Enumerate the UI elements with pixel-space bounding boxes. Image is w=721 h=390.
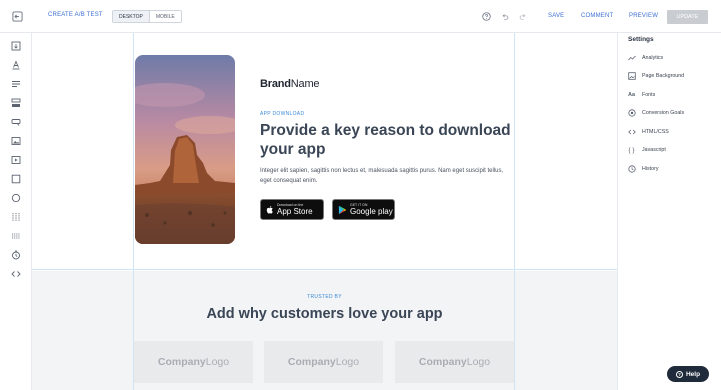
settings-item-fonts[interactable]: Aa Fonts — [627, 89, 655, 101]
row-guide — [32, 269, 617, 270]
settings-item-label: HTML/CSS — [642, 129, 669, 135]
section-icon[interactable] — [9, 173, 23, 185]
code-icon — [627, 128, 636, 137]
column-guide — [514, 271, 515, 390]
history-icon — [627, 165, 636, 174]
element-toolbar — [0, 33, 32, 390]
background-icon — [627, 72, 636, 81]
settings-item-label: Fonts — [642, 92, 656, 98]
company-logo[interactable]: Company Logo — [395, 341, 514, 383]
settings-item-history[interactable]: History — [627, 163, 658, 175]
page-canvas[interactable]: BrandName APP DOWNLOAD Provide a key rea… — [32, 33, 617, 390]
desktop-toggle[interactable]: DESKTOP — [113, 11, 150, 22]
brand-name[interactable]: BrandName — [260, 78, 320, 90]
company-logo-bold: Company — [287, 356, 336, 368]
help-button[interactable]: ? Help — [667, 366, 709, 382]
paragraph-icon[interactable] — [9, 78, 23, 90]
apple-icon — [266, 205, 273, 214]
save-button[interactable]: SAVE — [548, 13, 564, 19]
exit-editor-icon[interactable] — [11, 10, 23, 22]
googleplay-big-text: Google play — [350, 207, 393, 216]
settings-item-page-background[interactable]: Page Background — [627, 70, 684, 82]
company-logo-regular: Logo — [205, 356, 230, 368]
appstore-small-text: Download on the — [277, 203, 304, 207]
company-logo-bold: Company — [418, 356, 467, 368]
preview-button[interactable]: PREVIEW — [629, 13, 658, 19]
trusted-by-label[interactable]: TRUSTED BY — [32, 294, 617, 300]
hero-body-text[interactable]: Integer elit sapien, sagittis non lectus… — [260, 167, 508, 186]
settings-item-label: Javascript — [642, 147, 666, 153]
help-circle-icon[interactable] — [481, 11, 492, 22]
company-logo-regular: Logo — [466, 356, 491, 368]
app-store-button[interactable]: Download on the App Store — [260, 199, 324, 220]
update-button[interactable]: UPDATE — [667, 10, 708, 24]
hero-headline[interactable]: Provide a key reason to download your ap… — [260, 121, 530, 159]
redo-icon[interactable] — [518, 11, 528, 22]
company-logo[interactable]: Company Logo — [134, 341, 253, 383]
trusted-by-section[interactable]: TRUSTED BY Add why customers love your a… — [32, 271, 617, 390]
form-icon[interactable] — [9, 97, 23, 109]
code-icon[interactable] — [9, 268, 23, 280]
settings-item-label: Conversion Goals — [642, 110, 685, 116]
comment-button[interactable]: COMMENT — [581, 13, 613, 19]
settings-title: Settings — [628, 36, 654, 43]
device-toggle: DESKTOP MOBILE — [112, 10, 182, 23]
video-icon[interactable] — [9, 154, 23, 166]
fonts-icon: Aa — [627, 92, 636, 98]
testimonials-heading[interactable]: Add why customers love your app — [32, 306, 617, 322]
hero-app-image[interactable] — [135, 55, 235, 244]
braces-icon: { } — [628, 146, 635, 154]
google-play-icon — [338, 205, 347, 214]
settings-item-javascript[interactable]: { } Javascript — [627, 144, 666, 156]
googleplay-small-text: GET IT ON — [350, 203, 368, 207]
eyebrow-label[interactable]: APP DOWNLOAD — [260, 111, 304, 117]
button-icon[interactable] — [9, 116, 23, 128]
brand-name-bold: Brand — [260, 78, 291, 90]
image-icon[interactable] — [9, 135, 23, 147]
divider-icon[interactable] — [9, 230, 23, 242]
page-builder-app: CREATE A/B TEST DESKTOP MOBILE SAVE COMM… — [0, 0, 721, 390]
company-logo[interactable]: Company Logo — [264, 341, 383, 383]
analytics-icon — [627, 54, 636, 63]
undo-icon[interactable] — [500, 11, 510, 22]
appstore-big-text: App Store — [277, 207, 313, 216]
question-icon: ? — [675, 370, 683, 378]
settings-item-analytics[interactable]: Analytics — [627, 52, 663, 64]
settings-item-label: History — [642, 166, 659, 172]
circle-icon[interactable] — [9, 192, 23, 204]
settings-item-html-css[interactable]: HTML/CSS — [627, 126, 669, 138]
timer-icon[interactable] — [9, 249, 23, 261]
target-icon — [627, 109, 636, 118]
create-ab-test-link[interactable]: CREATE A/B TEST — [48, 12, 103, 18]
settings-item-label: Page Background — [642, 73, 685, 79]
mobile-toggle[interactable]: MOBILE — [149, 11, 181, 22]
settings-panel: Settings Analytics Page Background Aa Fo… — [617, 33, 721, 390]
google-play-button[interactable]: GET IT ON Google play — [332, 199, 395, 220]
company-logo-bold: Company — [157, 356, 206, 368]
settings-item-conversion-goals[interactable]: Conversion Goals — [627, 107, 684, 119]
text-icon[interactable] — [9, 59, 23, 71]
help-label: Help — [685, 370, 701, 378]
brand-name-regular: Name — [290, 78, 320, 90]
company-logo-regular: Logo — [335, 356, 360, 368]
exit-icon[interactable] — [9, 40, 23, 52]
columns-icon[interactable] — [9, 211, 23, 223]
top-bar: CREATE A/B TEST DESKTOP MOBILE SAVE COMM… — [0, 0, 721, 33]
settings-item-label: Analytics — [642, 55, 664, 61]
